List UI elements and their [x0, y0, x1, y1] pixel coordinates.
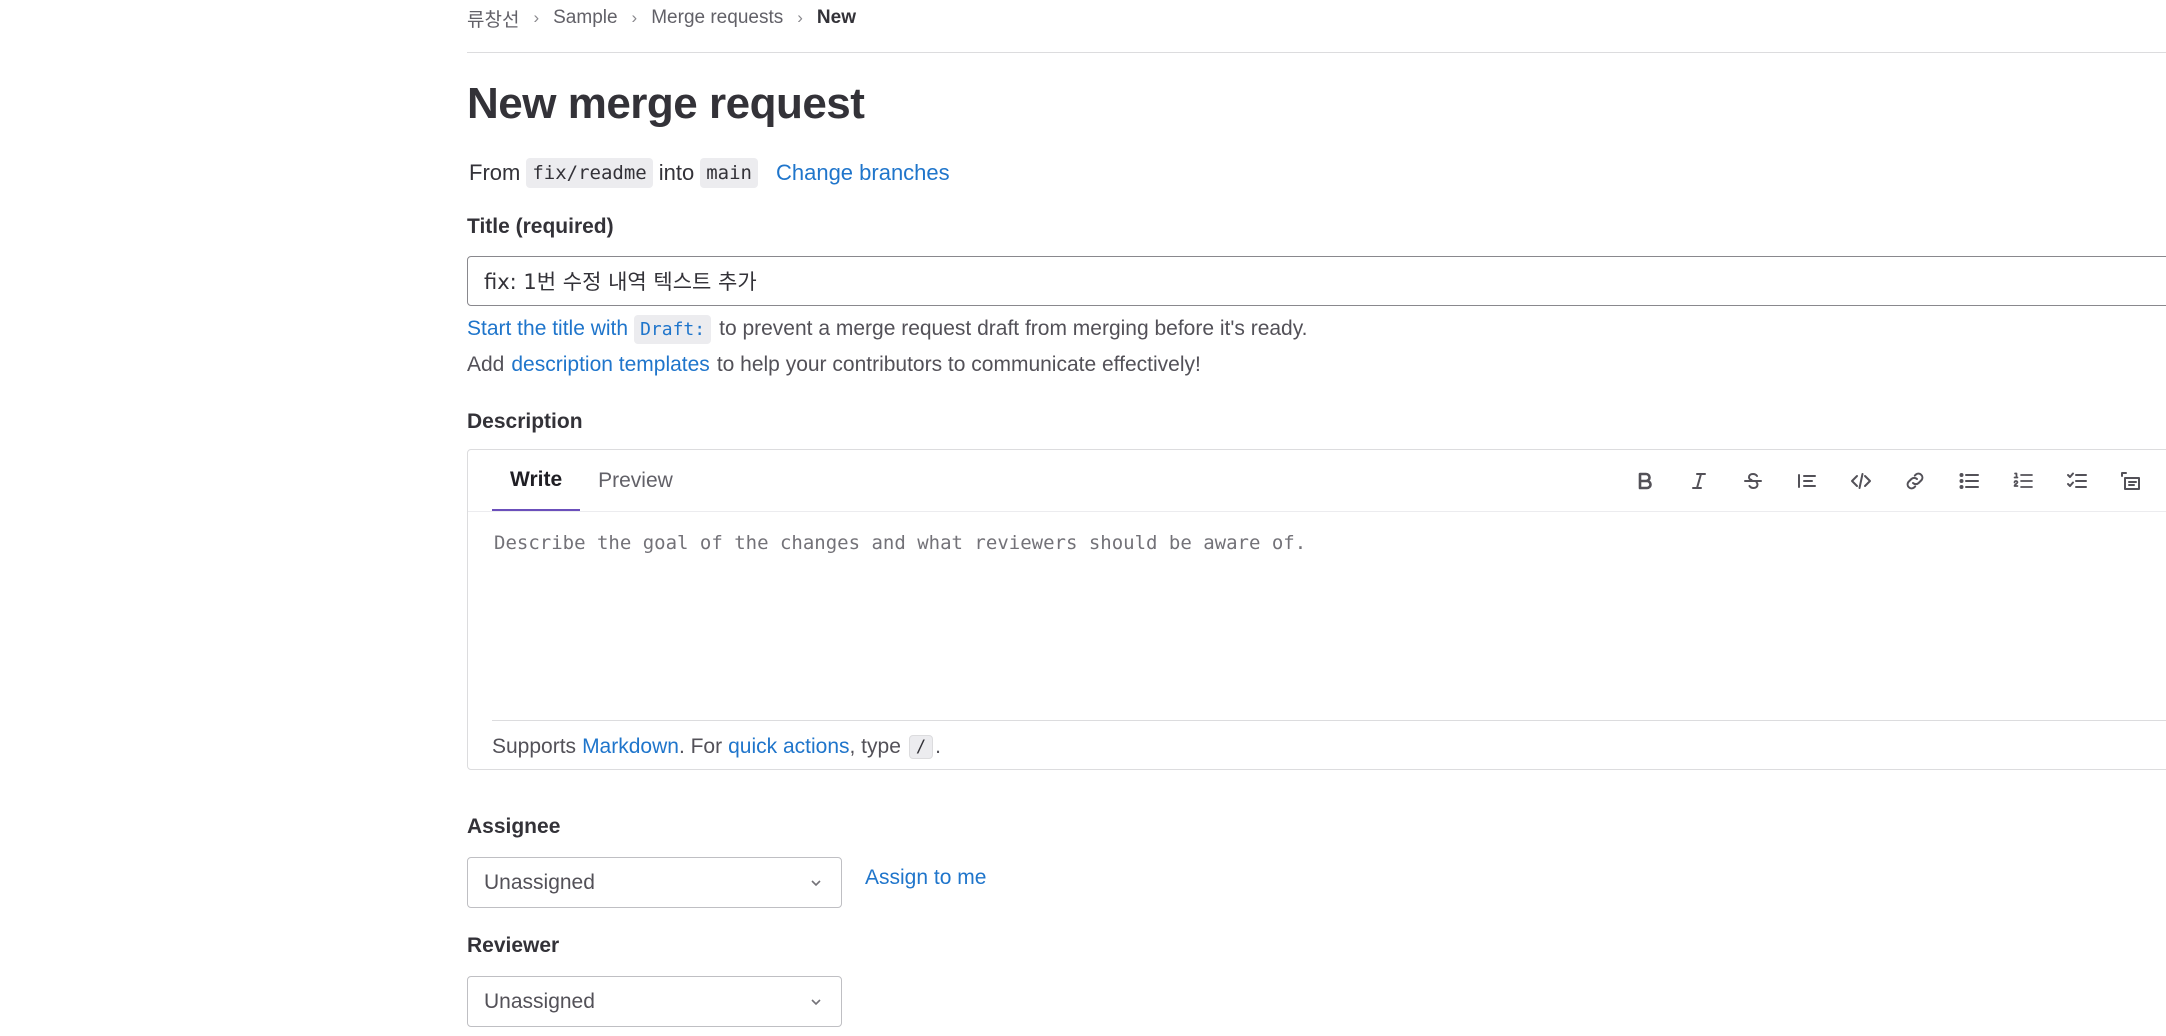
chevron-right-icon: ›: [631, 8, 638, 27]
quote-icon[interactable]: [1780, 464, 1834, 498]
draft-hint-link[interactable]: Start the title with: [467, 317, 628, 341]
title-input[interactable]: [467, 256, 2166, 306]
breadcrumb-item-current[interactable]: New: [817, 7, 856, 29]
description-label: Description: [467, 410, 583, 433]
breadcrumb-item-user[interactable]: 류창선: [467, 5, 519, 32]
bullet-list-icon[interactable]: [1942, 464, 1996, 498]
assign-to-me-link[interactable]: Assign to me: [865, 866, 986, 890]
breadcrumb-item-merge-requests[interactable]: Merge requests: [651, 7, 783, 29]
numbered-list-icon[interactable]: [1996, 464, 2050, 498]
breadcrumb: 류창선 › Sample › Merge requests › New: [467, 4, 856, 32]
supports-text: Supports: [492, 735, 577, 758]
strikethrough-icon[interactable]: [1726, 464, 1780, 498]
chevron-down-icon: [807, 993, 825, 1011]
chevron-right-icon: ›: [797, 8, 803, 27]
page-content: 류창선 › Sample › Merge requests › New New …: [467, 0, 2166, 1036]
assignee-label: Assignee: [467, 815, 561, 838]
chevron-right-icon: ›: [533, 8, 540, 27]
assignee-value: Unassigned: [484, 870, 595, 894]
editor-tabs: Write Preview: [492, 450, 691, 512]
divider: [467, 52, 2166, 53]
breadcrumb-item-project[interactable]: Sample: [553, 7, 617, 29]
link-icon[interactable]: [1888, 464, 1942, 498]
bold-icon[interactable]: [1618, 464, 1672, 498]
for-text: . For: [678, 735, 723, 758]
draft-hint: Start the title with Draft: to prevent a…: [467, 312, 1308, 346]
branch-info: From fix/readme into main Change branche…: [469, 156, 950, 190]
assignee-dropdown[interactable]: Unassigned: [467, 857, 842, 908]
task-list-icon[interactable]: [2050, 464, 2104, 498]
from-text: From: [469, 160, 521, 185]
description-editor: Write Preview Describe the goal of the c…: [467, 449, 2166, 770]
markdown-link[interactable]: Markdown: [582, 735, 679, 759]
chevron-down-icon: [807, 874, 825, 892]
description-textarea[interactable]: [492, 522, 2166, 662]
change-branches-link[interactable]: Change branches: [776, 160, 950, 186]
slash-code: /: [908, 735, 934, 759]
collapsible-section-icon[interactable]: [2104, 464, 2158, 498]
templates-suffix: to help your contributors to communicate…: [716, 353, 1201, 376]
tab-write[interactable]: Write: [492, 450, 581, 512]
source-branch: fix/readme: [526, 158, 653, 188]
period-text: .: [935, 735, 941, 758]
page-title: New merge request: [467, 79, 865, 128]
divider: [468, 511, 2166, 512]
templates-hint: Add description templates to help your c…: [467, 350, 1201, 380]
markdown-toolbar: [1618, 464, 2158, 498]
reviewer-label: Reviewer: [467, 934, 560, 957]
tab-preview[interactable]: Preview: [580, 450, 691, 512]
editor-footer: Supports Markdown . For quick actions , …: [492, 732, 941, 762]
title-label: Title (required): [467, 215, 614, 238]
divider: [492, 720, 2166, 721]
type-text: , type: [849, 735, 901, 758]
draft-hint-text: to prevent a merge request draft from me…: [719, 317, 1308, 340]
into-text: into: [658, 160, 695, 185]
target-branch: main: [700, 158, 758, 188]
draft-code[interactable]: Draft:: [634, 314, 712, 344]
description-templates-link[interactable]: description templates: [511, 353, 709, 377]
quick-actions-link[interactable]: quick actions: [728, 735, 849, 759]
italic-icon[interactable]: [1672, 464, 1726, 498]
templates-prefix: Add: [467, 353, 505, 376]
reviewer-dropdown[interactable]: Unassigned: [467, 976, 842, 1027]
reviewer-value: Unassigned: [484, 989, 595, 1013]
code-icon[interactable]: [1834, 464, 1888, 498]
